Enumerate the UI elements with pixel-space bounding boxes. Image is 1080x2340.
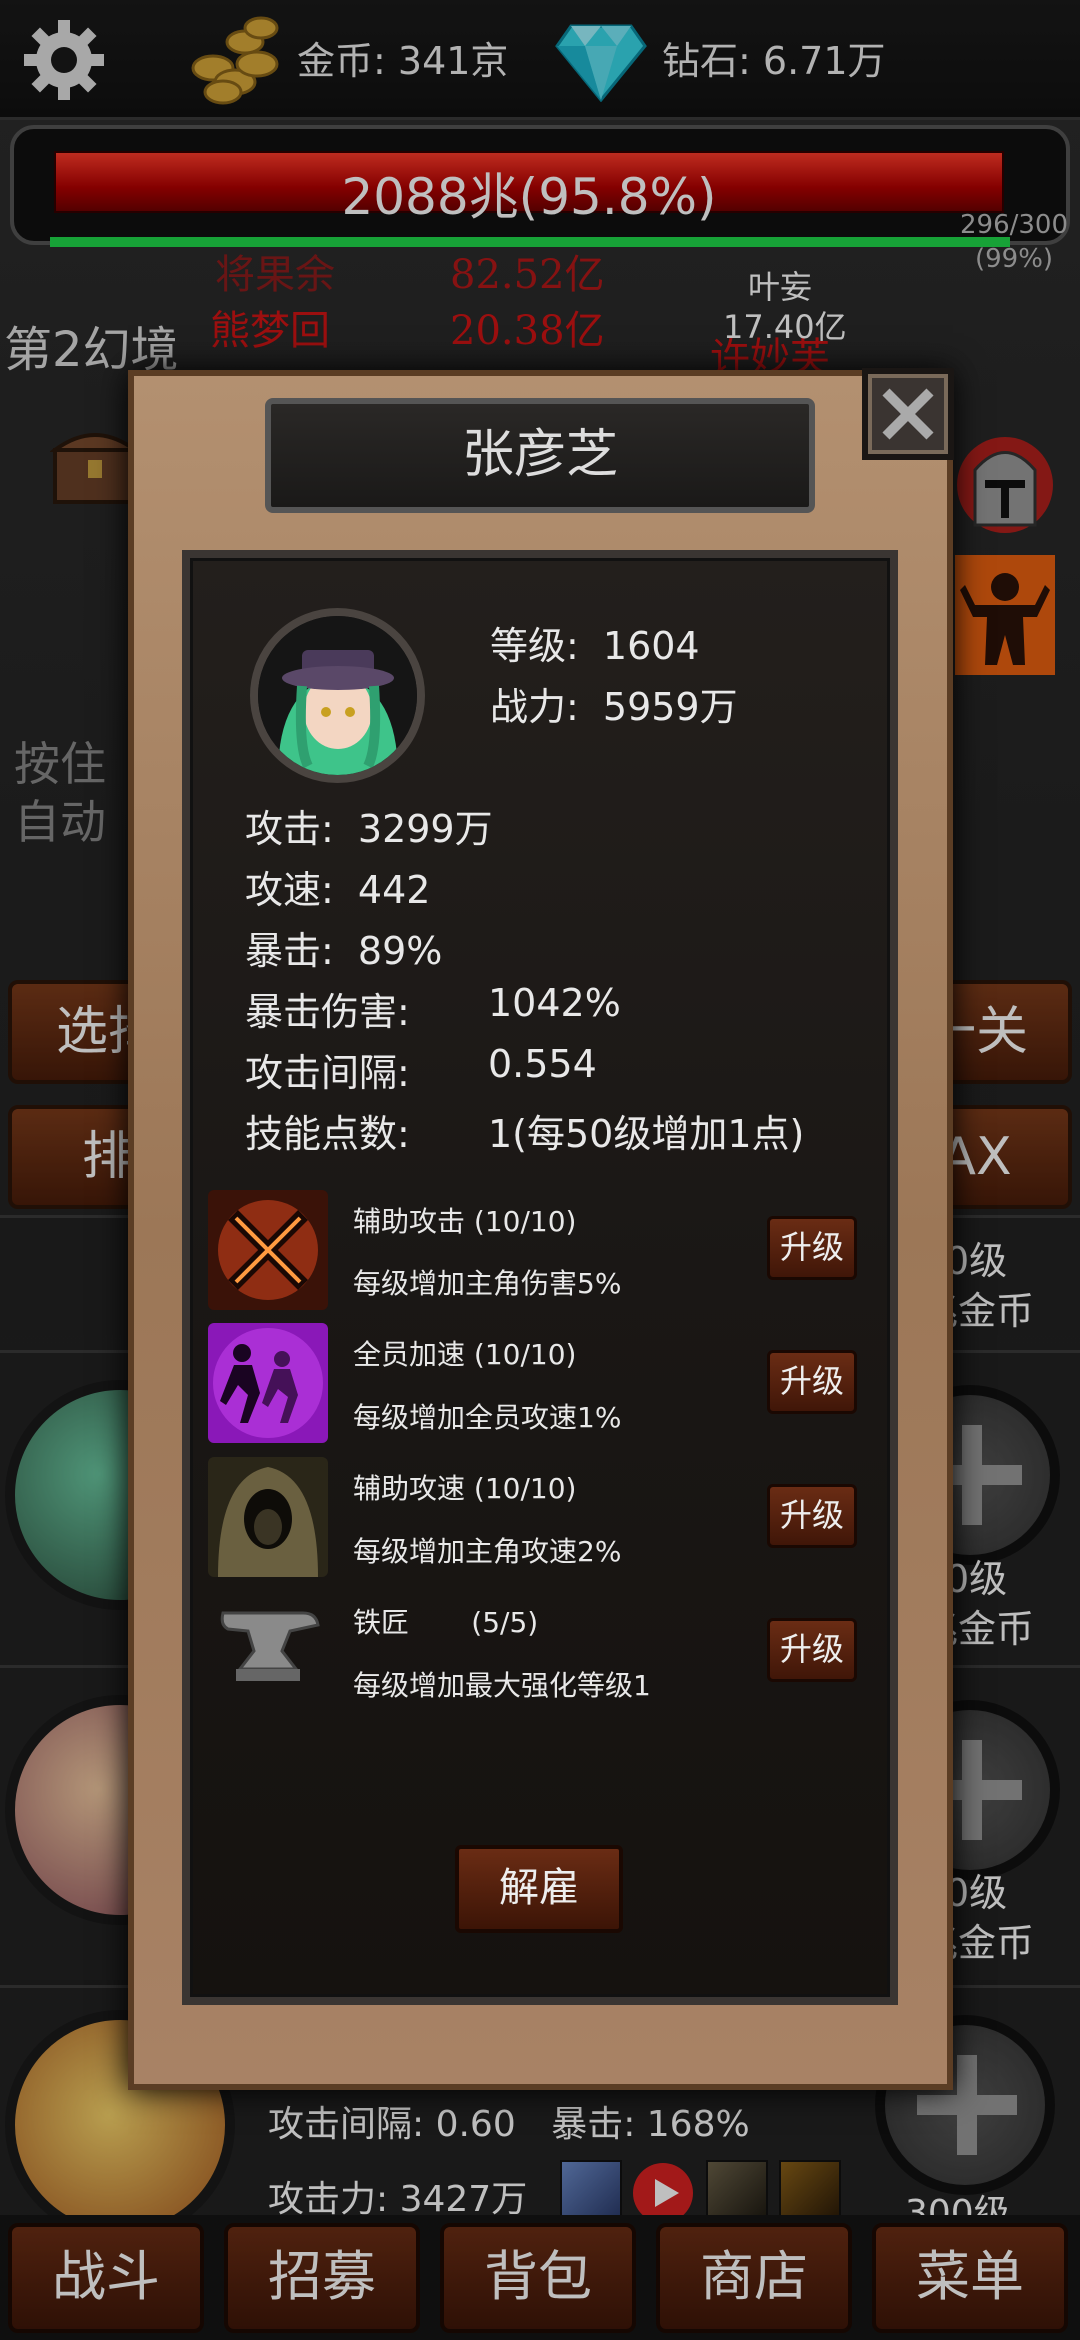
stat-label: 暴击: [245,929,346,973]
stat-value: 442 [357,868,431,912]
assist-attack-icon [208,1190,328,1310]
team-speed-icon [208,1323,328,1443]
close-button[interactable] [862,368,954,460]
stat-value: 1042% [488,981,621,1025]
game-screen: 金币: 341京 钻石: 6.71万 2088兆(95.8%) 296/300 … [0,0,1080,2340]
hero-power: 战力: 5959万 [490,676,738,731]
hero-portrait [250,608,425,783]
stat-attack-speed: 攻速: 442 [245,859,430,914]
hero-name-title: 张彦芝 [265,398,815,513]
hero-level: 等级: 1604 [490,615,700,670]
stat-label: 攻速: [245,868,346,912]
skill-name: 辅助攻速 (10/10) [353,1472,577,1505]
dismiss-hero-button[interactable]: 解雇 [455,1845,623,1933]
upgrade-skill-button[interactable]: 升级 [767,1618,857,1682]
stat-crit: 暴击: 89% [245,920,442,975]
skill-desc: 每级增加最大强化等级1 [353,1669,651,1702]
stat-value: 0.554 [488,1042,597,1086]
power-label: 战力: [490,685,591,729]
anvil-icon [220,1611,320,1681]
skill-desc: 每级增加全员攻速1% [353,1401,622,1434]
hooded-assist-icon [208,1457,328,1577]
stat-value: 1(每50级增加1点) [488,1112,805,1156]
close-icon [882,388,934,440]
power-value: 5959万 [602,685,738,729]
stat-value: 3299万 [357,807,493,851]
stat-skill-points: 技能点数: [245,1103,410,1158]
skill-name: 铁匠 (5/5) [353,1606,539,1639]
stat-value: 89% [357,929,443,973]
stat-label: 暴击伤害: [245,990,410,1034]
skill-name: 全员加速 (10/10) [353,1338,577,1371]
stat-label: 攻击间隔: [245,1051,410,1095]
hero-portrait-image [258,616,417,775]
level-value: 1604 [602,624,700,668]
upgrade-skill-button[interactable]: 升级 [767,1216,857,1280]
upgrade-skill-button[interactable]: 升级 [767,1484,857,1548]
level-label: 等级: [490,624,591,668]
stat-label: 技能点数: [245,1112,410,1156]
stat-attack: 攻击: 3299万 [245,798,493,853]
skill-desc: 每级增加主角伤害5% [353,1267,622,1300]
skill-name: 辅助攻击 (10/10) [353,1205,577,1238]
stat-crit-damage: 暴击伤害: [245,981,410,1036]
skill-desc: 每级增加主角攻速2% [353,1535,622,1568]
stat-label: 攻击: [245,807,346,851]
upgrade-skill-button[interactable]: 升级 [767,1350,857,1414]
stat-attack-interval: 攻击间隔: [245,1042,410,1097]
